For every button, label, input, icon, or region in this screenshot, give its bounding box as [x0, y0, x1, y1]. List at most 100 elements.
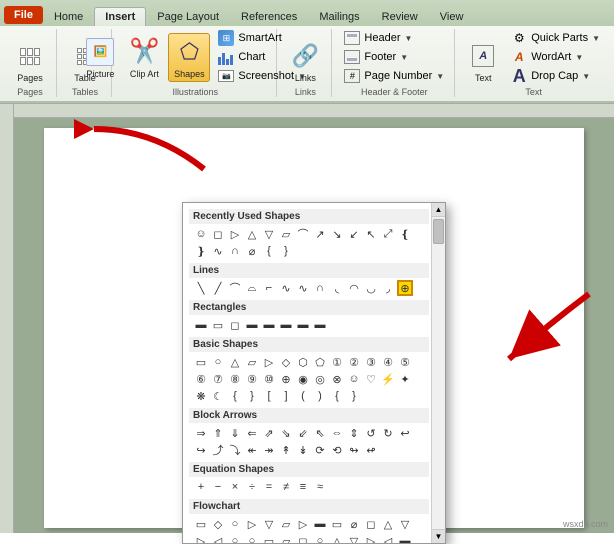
shape-item[interactable]: {	[227, 388, 243, 404]
shape-item[interactable]: ∿	[278, 280, 294, 296]
shape-item[interactable]: ⇖	[312, 425, 328, 441]
pages-button[interactable]: Pages	[10, 38, 50, 85]
shape-item[interactable]: ▽	[261, 226, 277, 242]
shape-item[interactable]: ○	[227, 516, 243, 532]
shape-item[interactable]: ○	[227, 533, 243, 543]
shape-item[interactable]: ⑨	[244, 371, 260, 387]
tab-mailings[interactable]: Mailings	[308, 7, 370, 26]
shape-item[interactable]: ▭	[261, 533, 277, 543]
shape-item[interactable]: ▱	[278, 533, 294, 543]
shape-item[interactable]: ×	[227, 479, 243, 495]
shape-item[interactable]: ↫	[363, 442, 379, 458]
shape-item[interactable]: ]	[278, 388, 294, 404]
shape-item[interactable]: ▬	[312, 516, 328, 532]
shape-item[interactable]: ⊗	[329, 371, 345, 387]
shape-item[interactable]: ⇒	[193, 425, 209, 441]
scrollbar-thumb[interactable]	[433, 219, 444, 244]
shape-item[interactable]: ○	[312, 533, 328, 543]
shape-item[interactable]: {	[329, 388, 345, 404]
shape-item[interactable]: ⌀	[244, 243, 260, 259]
page-number-button[interactable]: # Page Number ▼	[340, 67, 448, 85]
tab-review[interactable]: Review	[371, 7, 429, 26]
shape-item[interactable]: ⌒	[295, 226, 311, 242]
shape-item[interactable]: ◻	[295, 533, 311, 543]
tab-page-layout[interactable]: Page Layout	[146, 7, 230, 26]
shape-item[interactable]: ⊕	[278, 371, 294, 387]
shape-item[interactable]: ⑤	[397, 354, 413, 370]
quick-parts-button[interactable]: ⚙ Quick Parts ▼	[507, 29, 604, 47]
shapes-button[interactable]: ⬠ Shapes	[168, 33, 210, 82]
shape-item[interactable]: ◻	[363, 516, 379, 532]
shape-item[interactable]: ⟳	[312, 442, 328, 458]
shape-item[interactable]: ♡	[363, 371, 379, 387]
shape-item[interactable]: ⑦	[210, 371, 226, 387]
shape-item[interactable]: ↻	[380, 425, 396, 441]
shape-item[interactable]: ☾	[210, 388, 226, 404]
shape-item[interactable]: ↡	[295, 442, 311, 458]
shape-item[interactable]: −	[210, 479, 226, 495]
shape-item[interactable]: ▷	[295, 516, 311, 532]
shape-item[interactable]: ⇑	[210, 425, 226, 441]
shape-item[interactable]: ≠	[278, 479, 294, 495]
shape-item[interactable]: ▭	[210, 317, 226, 333]
shape-item[interactable]: ▽	[346, 533, 362, 543]
shape-item[interactable]: ▷	[227, 226, 243, 242]
shape-item[interactable]: ⌐	[261, 280, 277, 296]
shape-item[interactable]: ▷	[193, 533, 209, 543]
shape-item[interactable]: ▷	[363, 533, 379, 543]
shape-item-highlighted[interactable]: ⊕	[397, 280, 413, 296]
shape-item[interactable]: ▭	[329, 516, 345, 532]
shape-item[interactable]: ❋	[193, 388, 209, 404]
shape-item[interactable]: ⤢	[380, 226, 396, 242]
shape-item[interactable]: [	[261, 388, 277, 404]
shape-item[interactable]: =	[261, 479, 277, 495]
shape-item[interactable]: ∩	[227, 243, 243, 259]
shape-item[interactable]: ⤴	[210, 442, 226, 458]
shape-item[interactable]: ∿	[295, 280, 311, 296]
shape-item[interactable]: ╲	[193, 280, 209, 296]
shape-item[interactable]: ⇙	[295, 425, 311, 441]
shape-item[interactable]: ⬡	[295, 354, 311, 370]
shape-item[interactable]: ↬	[346, 442, 362, 458]
shape-item[interactable]: ⇗	[261, 425, 277, 441]
shape-item[interactable]: ◁	[210, 533, 226, 543]
shape-item[interactable]: ↠	[261, 442, 277, 458]
shape-item[interactable]: ▽	[397, 516, 413, 532]
shape-item[interactable]: ▬	[397, 533, 413, 543]
shape-item[interactable]: ▱	[278, 226, 294, 242]
footer-button[interactable]: Footer ▼	[340, 48, 448, 66]
shape-item[interactable]: ▭	[193, 516, 209, 532]
shape-item[interactable]: ▷	[261, 354, 277, 370]
shape-item[interactable]: ↟	[278, 442, 294, 458]
shape-item[interactable]: △	[380, 516, 396, 532]
tab-file[interactable]: File	[4, 6, 43, 24]
shape-item[interactable]: ≡	[295, 479, 311, 495]
shape-item[interactable]: △	[227, 354, 243, 370]
header-button[interactable]: Header ▼	[340, 29, 448, 47]
shape-item[interactable]: ◉	[295, 371, 311, 387]
shape-item[interactable]: ▬	[278, 317, 294, 333]
shape-item[interactable]: ▬	[295, 317, 311, 333]
shape-item[interactable]: ⌓	[244, 280, 260, 296]
tab-insert[interactable]: Insert	[94, 7, 146, 26]
shape-item[interactable]: ◇	[210, 516, 226, 532]
shape-item[interactable]: ⚡	[380, 371, 396, 387]
shape-item[interactable]: ⇕	[346, 425, 362, 441]
shape-item[interactable]: }	[244, 388, 260, 404]
shapes-dropdown[interactable]: Recently Used Shapes ☺ ◻ ▷ △ ▽ ▱ ⌒ ↗ ↘ ↙…	[182, 202, 446, 544]
shape-item[interactable]: (	[295, 388, 311, 404]
shape-item[interactable]: ↙	[346, 226, 362, 242]
shape-item[interactable]: ⬠	[312, 354, 328, 370]
shape-item[interactable]: ↞	[244, 442, 260, 458]
shape-item[interactable]: }	[346, 388, 362, 404]
shape-item[interactable]: ◞	[380, 280, 396, 296]
shape-item[interactable]: ↪	[193, 442, 209, 458]
shape-item[interactable]: +	[193, 479, 209, 495]
clip-art-button[interactable]: ✂️ Clip Art	[124, 34, 164, 81]
links-button[interactable]: 🔗 Links	[285, 38, 325, 85]
shape-item[interactable]: ⤵	[227, 442, 243, 458]
shape-item[interactable]: ▬	[312, 317, 328, 333]
drop-cap-button[interactable]: A Drop Cap ▼	[507, 67, 604, 85]
shape-item[interactable]: ⌀	[346, 516, 362, 532]
shape-item[interactable]: ÷	[244, 479, 260, 495]
